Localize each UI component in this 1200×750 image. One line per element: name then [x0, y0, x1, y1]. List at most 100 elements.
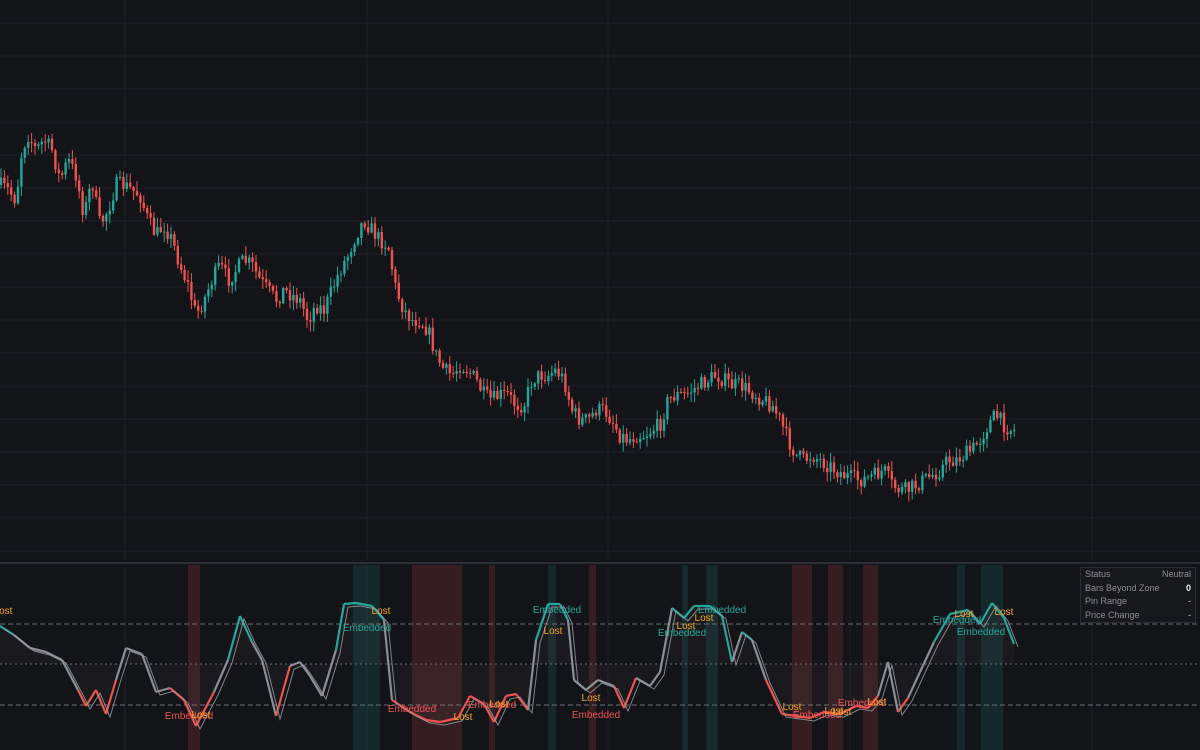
candle-body [397, 282, 400, 300]
candle-body [979, 443, 982, 445]
candle-body [421, 326, 424, 328]
candle-body [805, 453, 808, 461]
candle-body [761, 401, 764, 405]
lost-label: Lost [544, 626, 563, 637]
lost-label: Lost [995, 607, 1014, 618]
candle-body [183, 269, 186, 281]
candle-body [105, 214, 108, 222]
candle-body [207, 289, 210, 297]
candle-body [829, 462, 832, 473]
candle-body [64, 162, 67, 175]
bars-beyond-label: Bars Beyond Zone [1085, 582, 1160, 593]
embedded-label: Embedded [343, 623, 391, 634]
lost-label: Lost [372, 606, 391, 617]
candle-body [605, 405, 608, 417]
candle-body [890, 470, 893, 480]
candle-body [458, 371, 462, 373]
candle-body [418, 325, 421, 327]
candle-body [812, 459, 815, 462]
candle-body [560, 373, 564, 377]
candle-body [588, 414, 591, 417]
candle-body [492, 390, 496, 398]
candle-body [608, 416, 611, 423]
candle-body [520, 410, 523, 413]
candle-body [639, 438, 642, 443]
signal-zone [863, 565, 878, 750]
candle-body [1009, 431, 1012, 435]
candle-body [438, 350, 441, 363]
candle-body [754, 398, 757, 400]
candle-body [839, 472, 842, 478]
candle-body [659, 419, 662, 431]
candle-body [788, 428, 791, 450]
candle-body [380, 232, 383, 249]
candle-body [836, 472, 839, 478]
candle-body [390, 249, 394, 270]
candle-body [846, 473, 849, 479]
bars-beyond-value: 0 [1185, 582, 1191, 593]
status-row-pin-range: Pin Range - [1081, 595, 1195, 609]
candle-body [377, 232, 380, 239]
candle-body [428, 327, 431, 335]
candle-body [584, 414, 587, 418]
candle-body [717, 377, 720, 382]
embedded-label: Embedded [698, 605, 746, 616]
candle-body [312, 308, 315, 322]
candle-body [598, 403, 601, 416]
candle-body [999, 412, 1002, 418]
candle-body [649, 433, 652, 437]
candle-body [118, 177, 122, 179]
candle-body [81, 191, 84, 216]
candle-body [792, 449, 795, 456]
candle-body [203, 296, 207, 312]
status-panel: Status Neutral Bars Beyond Zone 0 Pin Ra… [1080, 567, 1196, 623]
candle-body [251, 257, 254, 263]
candle-body [880, 470, 883, 479]
embedded-label: Embedded [388, 704, 436, 715]
candle-body [707, 382, 710, 388]
candle-body [370, 223, 373, 233]
candle-body [285, 288, 288, 291]
candle-body [67, 159, 71, 163]
candle-body [618, 429, 621, 443]
candle-body [112, 200, 115, 211]
candle-body [84, 202, 88, 216]
candle-body [843, 472, 846, 479]
candle-body [686, 392, 689, 394]
candle-body [23, 147, 26, 158]
candle-body [907, 482, 910, 492]
candle-body [135, 190, 139, 196]
lost-label: Lost [454, 712, 473, 723]
candle-body [407, 310, 411, 322]
candle-body [278, 301, 281, 304]
candle-body [581, 417, 584, 425]
candle-body [333, 286, 336, 288]
candle-body [91, 188, 94, 191]
candle-body [921, 475, 924, 491]
candle-body [61, 173, 64, 175]
candle-body [822, 458, 825, 469]
embedded-label: Embedded [572, 710, 620, 721]
candle-body [482, 386, 485, 391]
candle-body [214, 266, 217, 285]
lost-label: Lost [582, 693, 601, 704]
candle-body [853, 470, 856, 472]
candle-body [676, 391, 679, 401]
candle-body [611, 422, 615, 424]
candle-body [968, 445, 972, 452]
candle-body [924, 474, 927, 476]
candle-body [683, 392, 686, 394]
candle-body [662, 419, 666, 431]
candle-body [146, 207, 149, 214]
candle-body [241, 255, 244, 259]
candle-body [751, 392, 754, 399]
candle-body [401, 299, 404, 312]
candle-body [57, 169, 60, 174]
candle-body [506, 390, 509, 393]
candle-body [237, 258, 241, 273]
candle-body [132, 186, 135, 191]
candle-body [809, 459, 812, 461]
candle-body [384, 247, 387, 249]
candle-body [3, 177, 6, 184]
candle-body [10, 187, 13, 195]
